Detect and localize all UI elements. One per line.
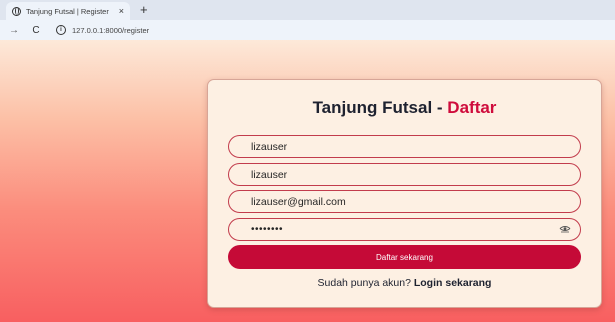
password-field[interactable]: •••••••• bbox=[228, 218, 581, 241]
name-value: lizauser bbox=[251, 140, 288, 153]
site-info-icon[interactable]: i bbox=[56, 25, 66, 35]
username-field[interactable]: lizauser bbox=[228, 163, 581, 186]
browser-tab-bar: Tanjung Futsal | Register × + bbox=[0, 0, 615, 20]
reload-button[interactable]: C bbox=[30, 25, 42, 36]
url-field[interactable]: 127.0.0.1:8000/register bbox=[72, 26, 149, 35]
username-value: lizauser bbox=[251, 168, 288, 181]
browser-tab[interactable]: Tanjung Futsal | Register × bbox=[6, 2, 130, 20]
login-prompt-text: Sudah punya akun? bbox=[317, 277, 414, 289]
page-background: Tanjung Futsal - Daftar lizauser lizause… bbox=[0, 40, 615, 322]
register-submit-button[interactable]: Daftar sekarang bbox=[228, 245, 581, 269]
tab-title: Tanjung Futsal | Register bbox=[26, 6, 109, 16]
email-value: lizauser@gmail.com bbox=[251, 195, 346, 208]
register-card: Tanjung Futsal - Daftar lizauser lizause… bbox=[207, 79, 602, 308]
password-value: •••••••• bbox=[251, 224, 284, 235]
page-title: Tanjung Futsal - Daftar bbox=[208, 98, 601, 118]
name-field[interactable]: lizauser bbox=[228, 135, 581, 158]
browser-address-bar: → C i 127.0.0.1:8000/register bbox=[0, 20, 615, 40]
title-accent: Daftar bbox=[447, 98, 497, 117]
title-main: Tanjung Futsal - bbox=[312, 98, 448, 117]
back-button[interactable]: → bbox=[8, 25, 20, 36]
site-globe-icon bbox=[12, 6, 21, 16]
login-link[interactable]: Login sekarang bbox=[414, 277, 492, 289]
close-tab-icon[interactable]: × bbox=[119, 6, 124, 16]
new-tab-button[interactable]: + bbox=[140, 2, 148, 18]
login-prompt-line: Sudah punya akun? Login sekarang bbox=[208, 277, 601, 289]
email-field[interactable]: lizauser@gmail.com bbox=[228, 190, 581, 213]
toggle-password-eye-icon[interactable] bbox=[559, 225, 571, 234]
